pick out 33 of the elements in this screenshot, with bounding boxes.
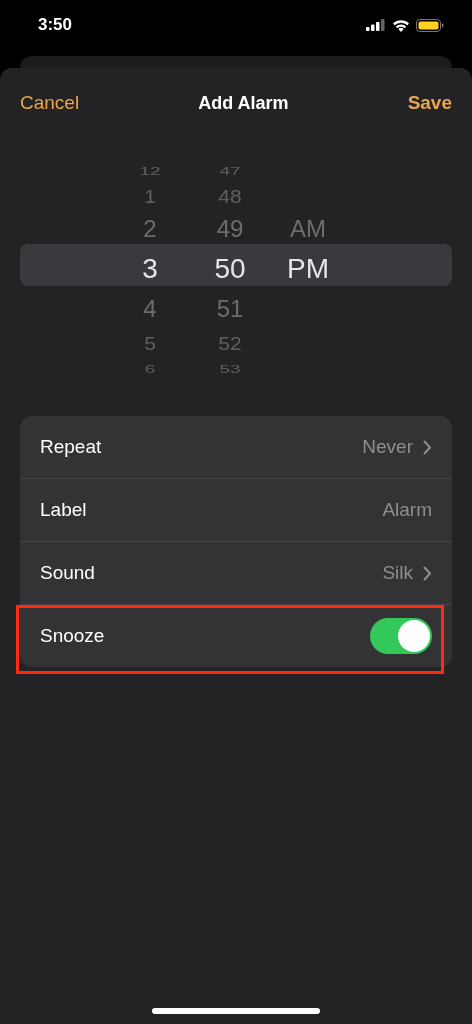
picker-item[interactable]: 50: [214, 248, 246, 290]
signal-icon: [366, 19, 386, 31]
picker-item[interactable]: 4: [143, 290, 157, 328]
picker-item[interactable]: 2: [143, 210, 157, 248]
chevron-icon: [423, 439, 432, 455]
row-label: Label: [40, 499, 88, 521]
picker-item[interactable]: 52: [218, 330, 242, 356]
row-value[interactable]: Alarm: [382, 499, 432, 521]
row-label: Repeat: [40, 436, 103, 458]
picker-item[interactable]: 5: [144, 330, 156, 356]
save-button[interactable]: Save: [407, 92, 452, 114]
status-time: 3:50: [38, 15, 73, 35]
battery-icon: [416, 18, 444, 32]
row-value[interactable]: Never: [362, 436, 413, 458]
picker-item[interactable]: 51: [216, 290, 244, 328]
row-value[interactable]: Silk: [382, 562, 413, 584]
wifi-icon: [392, 18, 410, 32]
picker-item[interactable]: 49: [216, 210, 244, 248]
picker-item[interactable]: 3: [142, 248, 158, 290]
sheet-title: Add Alarm: [198, 92, 289, 114]
picker-item[interactable]: AM: [290, 210, 326, 248]
picker-item[interactable]: 48: [218, 184, 242, 208]
picker-item[interactable]: PM: [287, 248, 329, 290]
picker-item[interactable]: 47: [219, 164, 241, 178]
picker-item[interactable]: 1: [144, 184, 156, 208]
cancel-button[interactable]: Cancel: [20, 92, 80, 114]
toggle-switch[interactable]: [370, 618, 432, 654]
row-label: Sound: [40, 562, 96, 584]
picker-item[interactable]: 53: [219, 362, 241, 376]
row-label: Snooze: [40, 625, 106, 647]
picker-item[interactable]: 6: [144, 362, 156, 376]
chevron-icon: [423, 565, 432, 581]
picker-item[interactable]: 12: [139, 164, 161, 178]
